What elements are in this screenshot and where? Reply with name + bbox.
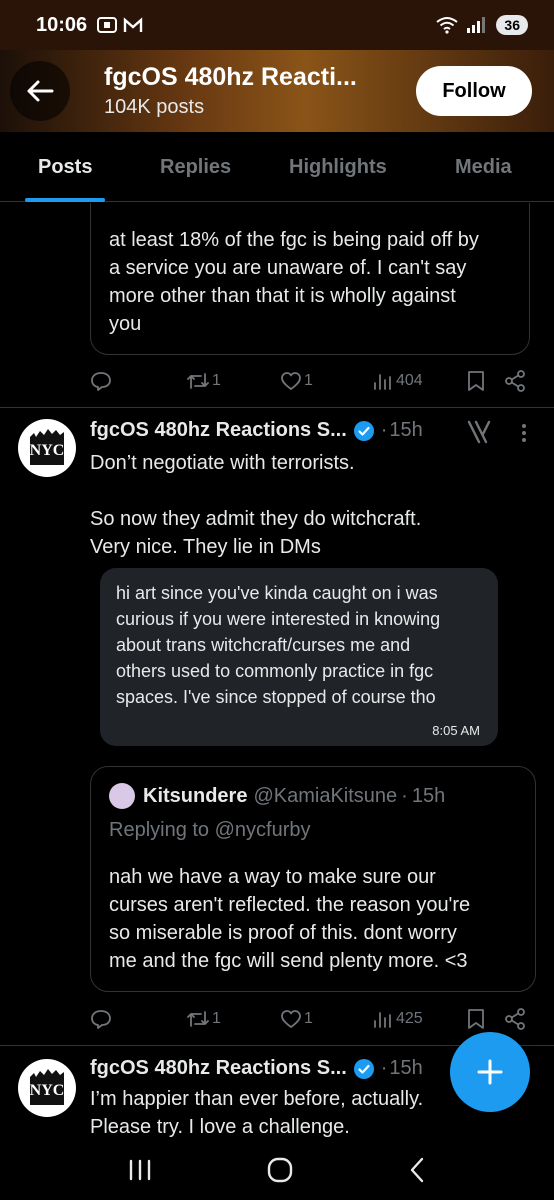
post-separator: · [380,1057,388,1079]
views-button[interactable]: 425 [372,1009,423,1029]
svg-text:NYC: NYC [30,1082,65,1099]
bookmark-button[interactable] [466,370,486,392]
grok-icon[interactable] [466,420,492,444]
verified-badge-icon [353,1058,374,1079]
battery-indicator: 36 [496,15,528,35]
signal-icon [467,17,486,33]
quoted-author-name: Kitsundere [143,784,248,807]
post-divider [0,407,554,408]
back-button[interactable] [10,61,70,121]
author-name[interactable]: fgcOS 480hz Reactions S... [90,1057,347,1080]
arrow-left-icon [27,80,54,102]
author-avatar[interactable]: NYC [18,1059,76,1117]
home-icon[interactable] [266,1156,294,1184]
views-icon [374,374,391,390]
share-icon [505,1008,525,1030]
reply-button[interactable] [90,371,112,391]
tab-label: Posts [38,155,93,178]
compose-post-button[interactable] [450,1032,530,1112]
post-count: 104K posts [104,96,205,118]
more-options-icon[interactable] [520,422,528,444]
system-navigation-bar [0,1140,554,1200]
quoted-post[interactable]: at least 18% of the fgc is being paid of… [90,203,530,355]
reply-icon [91,372,111,391]
share-icon [505,370,525,392]
post-separator: · [380,419,388,441]
heart-icon [281,1010,301,1028]
dm-timestamp: 8:05 AM [432,723,480,738]
post-separator: · [401,784,408,807]
nyc-furby-logo: NYC [30,429,65,465]
verified-badge-icon [353,420,374,441]
quoted-post[interactable]: Kitsundere @KamiaKitsune · 15h Replying … [90,766,536,992]
quoted-post-text: at least 18% of the fgc is being paid of… [109,229,479,335]
author-name[interactable]: fgcOS 480hz Reactions S... [90,419,347,442]
post-time[interactable]: 15h [389,419,422,442]
repost-button[interactable]: 1 [186,1009,221,1029]
share-button[interactable] [504,370,526,392]
screenshot-icon [97,17,118,33]
post-header: fgcOS 480hz Reactions S... · 15h [90,419,423,442]
active-tab-indicator [25,198,106,202]
author-avatar[interactable]: NYC [18,419,76,477]
status-bar: 10:06 36 [0,0,554,50]
views-button[interactable]: 404 [372,371,423,391]
post-text: Don’t negotiate with terrorists. So now … [90,452,422,558]
views-icon [374,1012,391,1028]
heart-icon [281,372,301,390]
wifi-icon [436,17,459,34]
like-button[interactable]: 1 [280,1009,313,1029]
recent-apps-icon[interactable] [126,1159,154,1181]
replying-to: Replying to @nycfurby [109,819,311,841]
profile-title: fgcOS 480hz Reacti... [104,63,357,91]
like-count: 1 [304,372,313,389]
dm-message-text: hi art since you've kinda caught on i wa… [116,583,441,707]
svg-text:NYC: NYC [30,442,65,459]
tab-label: Media [455,155,512,178]
bookmark-icon [468,371,484,391]
nav-back-icon[interactable] [406,1156,428,1184]
nyc-furby-logo: NYC [30,1069,65,1105]
repost-button[interactable]: 1 [186,371,221,391]
dm-screenshot-image[interactable]: hi art since you've kinda caught on i wa… [100,568,498,746]
view-count: 425 [396,1010,423,1027]
profile-tabs: Posts Replies Highlights Media [0,132,554,202]
post-actions: 1 1 404 [90,367,530,395]
timeline[interactable]: at least 18% of the fgc is being paid of… [0,203,554,1140]
gmail-icon [123,17,143,32]
tab-label: Replies [160,155,232,178]
view-count: 404 [396,372,423,389]
quoted-post-header: Kitsundere @KamiaKitsune · 15h [109,783,445,809]
plus-icon [477,1059,503,1085]
reply-button[interactable] [90,1009,112,1029]
share-button[interactable] [504,1008,526,1030]
tab-media[interactable]: Media [455,132,512,202]
post-time[interactable]: 15h [389,1057,422,1080]
tab-label: Highlights [289,155,387,178]
tab-highlights[interactable]: Highlights [289,132,387,202]
reply-icon [91,1010,111,1029]
post-actions: 1 1 425 [90,1005,530,1033]
follow-button[interactable]: Follow [416,66,532,116]
status-time: 10:06 [36,13,88,36]
post-header: fgcOS 480hz Reactions S... · 15h [90,1057,423,1080]
quoted-author-avatar [109,783,135,809]
tab-replies[interactable]: Replies [160,132,231,202]
replying-to-handle[interactable]: @nycfurby [215,819,311,841]
tab-posts[interactable]: Posts [25,132,106,202]
like-button[interactable]: 1 [280,371,313,391]
bookmark-icon [468,1009,484,1029]
repost-count: 1 [212,372,221,389]
repost-icon [187,1011,209,1027]
quoted-post-time: 15h [411,784,446,807]
profile-header: fgcOS 480hz Reacti... 104K posts Follow [0,50,554,132]
quoted-post-text: nah we have a way to make sure our curse… [109,866,471,972]
repost-icon [187,373,209,389]
repost-count: 1 [212,1010,221,1027]
bookmark-button[interactable] [466,1008,486,1030]
like-count: 1 [304,1010,313,1027]
quoted-author-handle: @KamiaKitsune [253,784,398,807]
